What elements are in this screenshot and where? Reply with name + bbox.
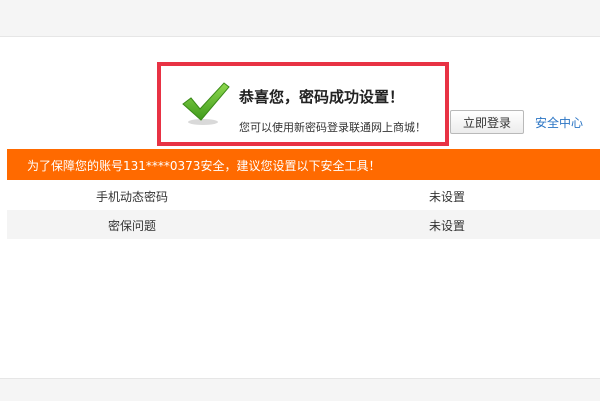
- top-header-band: [0, 0, 600, 37]
- table-row: 密保问题 未设置: [7, 210, 600, 239]
- tool-status: 未设置: [428, 190, 465, 204]
- success-message-box: 恭喜您，密码成功设置！ 您可以使用新密码登录联通网上商城！: [157, 62, 449, 146]
- security-notice-text: 为了保障您的账号131****0373安全，建议您设置以下安全工具！: [27, 159, 381, 173]
- security-notice-bar: 为了保障您的账号131****0373安全，建议您设置以下安全工具！: [7, 149, 600, 180]
- security-center-link[interactable]: 安全中心: [535, 114, 583, 131]
- login-now-button[interactable]: 立即登录: [450, 110, 524, 134]
- footer-band: [0, 378, 600, 401]
- tool-status: 未设置: [428, 219, 465, 233]
- tool-name: 密保问题: [107, 219, 156, 233]
- security-tools-table: 手机动态密码 未设置 密保问题 未设置: [7, 181, 600, 239]
- success-title: 恭喜您，密码成功设置！: [239, 88, 405, 106]
- checkmark-icon: [182, 82, 230, 125]
- tool-name: 手机动态密码: [95, 190, 168, 204]
- success-subtitle: 您可以使用新密码登录联通网上商城！: [239, 121, 426, 134]
- table-row: 手机动态密码 未设置: [7, 181, 600, 210]
